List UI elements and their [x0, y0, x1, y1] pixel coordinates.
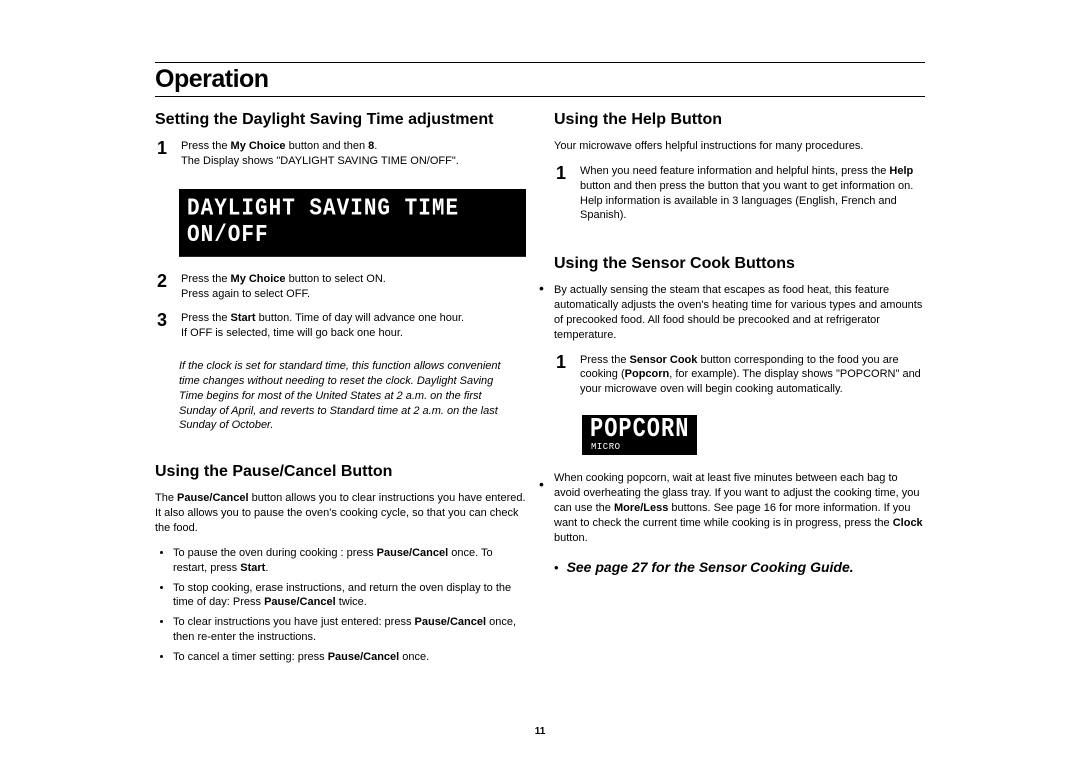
cross-reference: • See page 27 for the Sensor Cooking Gui… — [554, 559, 925, 575]
daylight-step-2: 2 Press the My Choice button to select O… — [157, 272, 526, 302]
step-number: 1 — [556, 353, 570, 398]
daylight-step-3: 3 Press the Start button. Time of day wi… — [157, 311, 526, 341]
step-number: 3 — [157, 311, 171, 341]
step-number: 1 — [157, 139, 171, 169]
heading-daylight: Setting the Daylight Saving Time adjustm… — [155, 111, 526, 129]
help-intro: Your microwave offers helpful instructio… — [554, 139, 925, 154]
right-column: Using the Help Button Your microwave off… — [554, 111, 925, 670]
heading-sensor-cook: Using the Sensor Cook Buttons — [554, 255, 925, 273]
list-item: To clear instructions you have just ente… — [173, 615, 526, 645]
page-number: 11 — [0, 726, 1080, 737]
step-text: Press the Start button. Time of day will… — [181, 311, 526, 341]
daylight-note: If the clock is set for standard time, t… — [155, 351, 526, 441]
sensor-intro: By actually sensing the steam that escap… — [554, 283, 925, 342]
list-item: To cancel a timer setting: press Pause/C… — [173, 650, 526, 665]
left-column: Setting the Daylight Saving Time adjustm… — [155, 111, 526, 670]
list-item: To stop cooking, erase instructions, and… — [173, 581, 526, 611]
step-text: Press the My Choice button and then 8. T… — [181, 139, 526, 169]
step-text: Press the My Choice button to select ON.… — [181, 272, 526, 302]
bullet-icon: • — [554, 560, 559, 575]
heading-help: Using the Help Button — [554, 111, 925, 129]
help-step-1: 1 When you need feature information and … — [556, 164, 925, 223]
step-text: Press the Sensor Cook button correspondi… — [580, 353, 925, 398]
sensor-paragraph: When cooking popcorn, wait at least five… — [554, 471, 925, 545]
step-number: 1 — [556, 164, 570, 223]
sensor-step-1: 1 Press the Sensor Cook button correspon… — [556, 353, 925, 398]
column-separator-dots: •• — [539, 280, 544, 492]
page-title: Operation — [155, 65, 925, 94]
step-text: When you need feature information and he… — [580, 164, 925, 223]
daylight-step-1: 1 Press the My Choice button and then 8.… — [157, 139, 526, 169]
heading-pause-cancel: Using the Pause/Cancel Button — [155, 463, 526, 481]
lcd-display-popcorn: POPCORN MICRO — [582, 415, 697, 455]
pause-intro: The Pause/Cancel button allows you to cl… — [155, 491, 526, 536]
list-item: To pause the oven during cooking : press… — [173, 546, 526, 576]
lcd-display-daylight: DAYLIGHT SAVING TIME ON/OFF — [179, 189, 526, 257]
step-number: 2 — [157, 272, 171, 302]
pause-bullet-list: To pause the oven during cooking : press… — [155, 546, 526, 665]
